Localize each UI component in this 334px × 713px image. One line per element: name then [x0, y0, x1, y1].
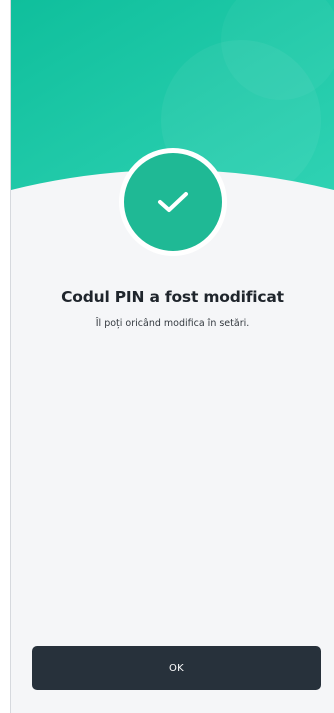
success-title: Codul PIN a fost modificat	[61, 288, 284, 306]
checkmark-icon	[158, 192, 188, 212]
success-badge	[119, 148, 227, 256]
success-subtitle: Îl poți oricând modifica în setări.	[95, 318, 250, 329]
phone-frame: Codul PIN a fost modificat Îl poți oricâ…	[0, 0, 334, 713]
success-screen: Codul PIN a fost modificat Îl poți oricâ…	[10, 0, 334, 713]
ok-button[interactable]: OK	[32, 646, 321, 690]
